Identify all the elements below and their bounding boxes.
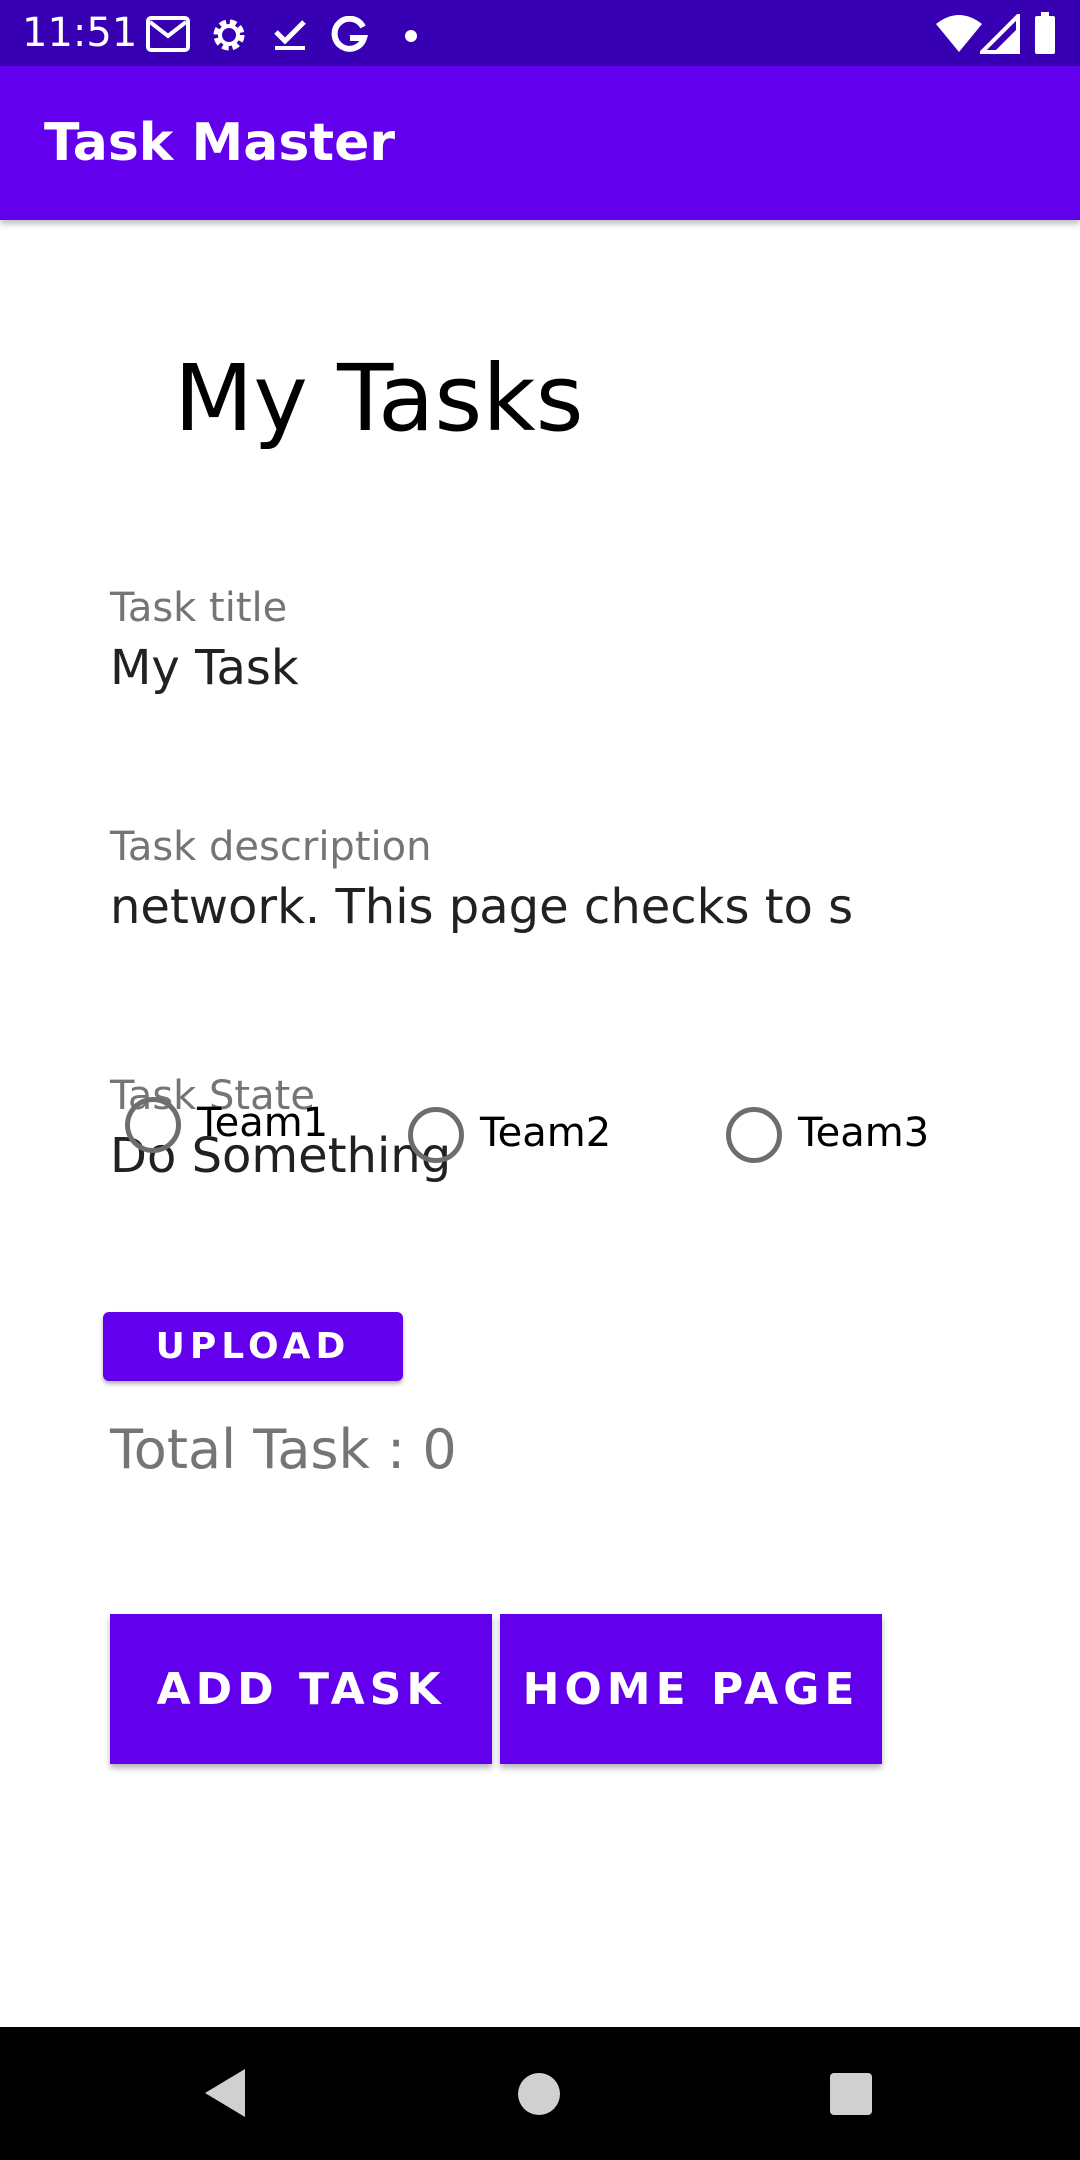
team3-label[interactable]: Team3 [798,1110,929,1156]
task-check-icon [272,16,308,56]
task-title-label: Task title [110,585,288,631]
upload-button[interactable]: UPLOAD [103,1312,403,1381]
home-page-button[interactable]: HOME PAGE [500,1614,882,1764]
team3-radio[interactable] [726,1107,782,1163]
page-heading: My Tasks [174,345,584,452]
status-bar: 11:51 [0,0,1080,66]
team2-radio[interactable] [408,1107,464,1163]
team1-label[interactable]: Team1 [197,1100,328,1146]
total-task-count: Total Task : 0 [110,1418,457,1481]
home-icon[interactable] [518,2073,560,2115]
team1-radio[interactable] [125,1097,181,1153]
task-description-label: Task description [110,824,432,870]
cellular-signal-icon [977,11,1020,58]
wifi-icon [934,14,984,58]
notification-dot-icon [404,28,418,47]
gmail-icon [146,16,190,56]
task-title-input[interactable]: My Task [110,640,299,696]
battery-icon [1034,12,1056,58]
task-description-input[interactable]: network. This page checks to s [110,879,853,935]
team2-label[interactable]: Team2 [480,1110,611,1156]
app-bar: Task Master [0,66,1080,220]
recents-icon[interactable] [830,2073,872,2115]
back-icon[interactable] [205,2069,245,2117]
settings-gear-icon [210,16,248,58]
status-time: 11:51 [22,10,138,56]
google-g-icon [330,15,370,58]
add-task-button[interactable]: ADD TASK [110,1614,492,1764]
app-title: Task Master [44,113,396,173]
